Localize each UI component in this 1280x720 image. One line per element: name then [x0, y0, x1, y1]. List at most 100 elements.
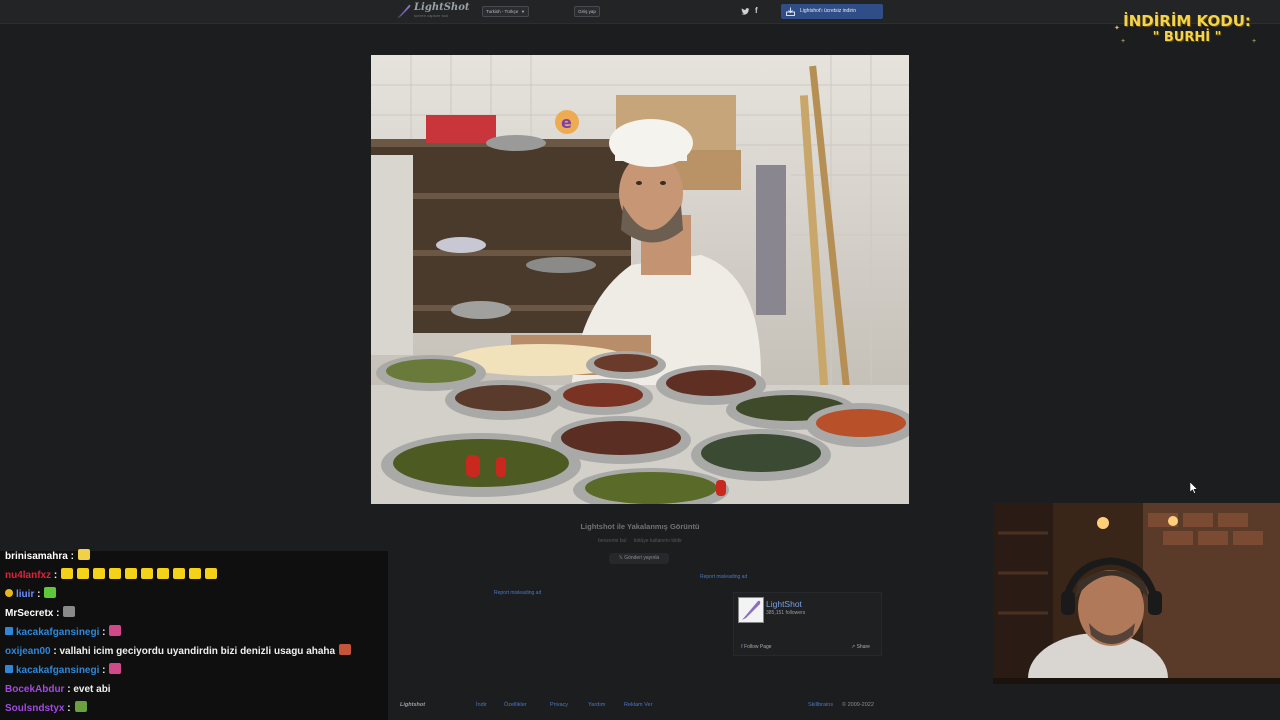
post-button-label: Gönderi yayınla — [624, 555, 660, 561]
chat-badge-icon — [5, 665, 13, 673]
copyright-link[interactable]: Skillbrains — [808, 702, 833, 708]
chat-message: Soulsndstyx : — [5, 701, 87, 717]
footer-link[interactable]: Reklam Ver — [624, 702, 652, 708]
chat-message: BocekAbdur : evet abi — [5, 682, 111, 698]
chat-emote-icon — [205, 568, 218, 579]
chat-emote-icon — [63, 606, 76, 617]
stream-chat: brinisamahra : nu4lanfxz : liuir : MrSecret… — [0, 549, 388, 720]
chat-emote-icon — [44, 587, 57, 598]
footer-link[interactable]: Privacy — [550, 702, 568, 708]
chat-username[interactable]: brinisamahra — [5, 551, 68, 562]
chat-emote-icon — [109, 663, 122, 674]
chat-separator: : — [34, 589, 41, 600]
chat-username[interactable]: oxijean00 — [5, 646, 51, 657]
login-button[interactable]: Giriş yap — [574, 6, 600, 17]
chef-kitchen-photo: e — [371, 55, 909, 504]
chat-emote-icon — [125, 568, 138, 579]
screen: LightShot screen capture tool Turkish - … — [0, 0, 1280, 720]
language-select[interactable]: Turkish - Türkçe ▼ — [482, 6, 529, 17]
chat-message: nu4lanfxz : — [5, 568, 218, 584]
post-button[interactable]: 𝕏 Gönderi yayınla — [609, 553, 669, 564]
report-ad-link[interactable]: Report misleading ad — [494, 590, 541, 596]
language-select-value: Turkish - Türkçe — [486, 9, 519, 14]
chat-emote-icon — [61, 568, 74, 579]
footer-link[interactable]: Özellikler — [504, 702, 527, 708]
chat-text: evet abi — [70, 684, 111, 695]
discount-code-overlay: İNDİRİM KODU: " BURHİ " ✦ + + — [1112, 10, 1262, 50]
sparkle-icon: + — [1252, 38, 1257, 45]
chat-username[interactable]: liuir — [16, 589, 34, 600]
image-caption: Lightshot ile Yakalanmış Görüntü — [580, 522, 700, 531]
sparkle-icon: ✦ — [1114, 25, 1120, 32]
logo-title: LightShot — [414, 2, 470, 13]
twitter-icon[interactable] — [741, 7, 750, 16]
chat-emote-icon — [173, 568, 186, 579]
download-button-label: Lightshot'ı ücretsiz indirin — [800, 8, 856, 14]
chat-badge-icon — [5, 627, 13, 635]
chat-username[interactable]: Soulsndstyx — [5, 703, 64, 714]
chat-separator: : — [99, 627, 106, 638]
chat-username[interactable]: BocekAbdur — [5, 684, 64, 695]
find-similar-link[interactable]: benzerini bul — [598, 538, 626, 544]
chat-separator: : — [64, 703, 71, 714]
page-name[interactable]: LightShot — [766, 599, 802, 609]
chat-message: oxijean00 : vallahi icim geciyordu uyand… — [5, 644, 352, 660]
chat-emote-icon — [141, 568, 154, 579]
chat-separator: : — [67, 551, 74, 562]
feather-logo-icon — [397, 4, 411, 19]
follow-page-label: Follow Page — [744, 644, 772, 650]
chat-message: MrSecretx : — [5, 606, 76, 622]
facebook-icon[interactable]: f — [755, 6, 761, 16]
chat-message: brinisamahra : — [5, 549, 90, 565]
logo-subtitle: screen capture tool — [414, 13, 449, 18]
footer: Lightshot İndir Özellikler Privacy Yardı… — [390, 700, 910, 712]
promo-line-1: İNDİRİM KODU: — [1123, 12, 1251, 30]
page-thumbnail[interactable] — [738, 597, 764, 623]
chat-emote-icon — [109, 625, 122, 636]
copyright-text: © 2009-2022 — [842, 702, 874, 708]
chat-emote-icon — [189, 568, 202, 579]
lightshot-logo[interactable]: LightShot screen capture tool — [396, 3, 470, 21]
chat-text: vallahi icim geciyordu uyandirdin bizi d… — [56, 646, 336, 657]
sparkle-icon: + — [1121, 38, 1126, 45]
footer-link[interactable]: Yardım — [588, 702, 605, 708]
chat-emote-icon — [77, 568, 90, 579]
chat-message: liuir : — [5, 587, 57, 603]
mouse-cursor-icon — [1190, 482, 1198, 494]
chevron-down-icon: ▼ — [521, 9, 525, 14]
chat-separator: : — [51, 570, 58, 581]
chat-badge-icon — [5, 589, 13, 597]
chat-emote-icon — [157, 568, 170, 579]
chat-emote-icon — [74, 701, 87, 712]
download-button[interactable]: Lightshot'ı ücretsiz indirin — [781, 4, 883, 19]
chat-message: kacakafgansinegi : — [5, 625, 122, 641]
report-abuse-link[interactable]: kötüye kullanımı bildir — [634, 538, 682, 544]
chat-message: kacakafgansinegi : — [5, 663, 122, 679]
report-ad-link[interactable]: Report misleading ad — [700, 574, 747, 580]
chat-emote-icon — [339, 644, 352, 655]
chat-separator: : — [53, 608, 60, 619]
footer-brand: Lightshot — [400, 702, 426, 708]
chat-username[interactable]: kacakafgansinegi — [16, 665, 99, 676]
promo-line-2: " BURHİ " — [1152, 30, 1222, 45]
follower-count: 385,151 followers — [766, 610, 806, 616]
webcam-feed — [993, 503, 1280, 684]
svg-text:e: e — [561, 113, 572, 132]
share-button[interactable]: ↗ Share — [851, 644, 870, 650]
top-navigation-bar: LightShot screen capture tool Turkish - … — [0, 0, 1280, 24]
chat-separator: : — [99, 665, 106, 676]
chat-emote-icon — [93, 568, 106, 579]
chat-emote-icon — [109, 568, 122, 579]
chat-username[interactable]: MrSecretx — [5, 608, 53, 619]
footer-link[interactable]: İndir — [476, 702, 487, 708]
chat-username[interactable]: nu4lanfxz — [5, 570, 51, 581]
download-icon — [786, 7, 795, 16]
follow-page-button[interactable]: f Follow Page — [741, 644, 772, 650]
chat-username[interactable]: kacakafgansinegi — [16, 627, 99, 638]
chat-emote-icon — [77, 549, 90, 560]
facebook-page-widget: LightShot 385,151 followers f Follow Pag… — [733, 592, 882, 656]
feather-logo-icon — [742, 600, 761, 620]
streamer-camera-image — [993, 503, 1280, 684]
share-label: Share — [856, 644, 870, 650]
captured-photo[interactable]: e — [371, 55, 909, 504]
